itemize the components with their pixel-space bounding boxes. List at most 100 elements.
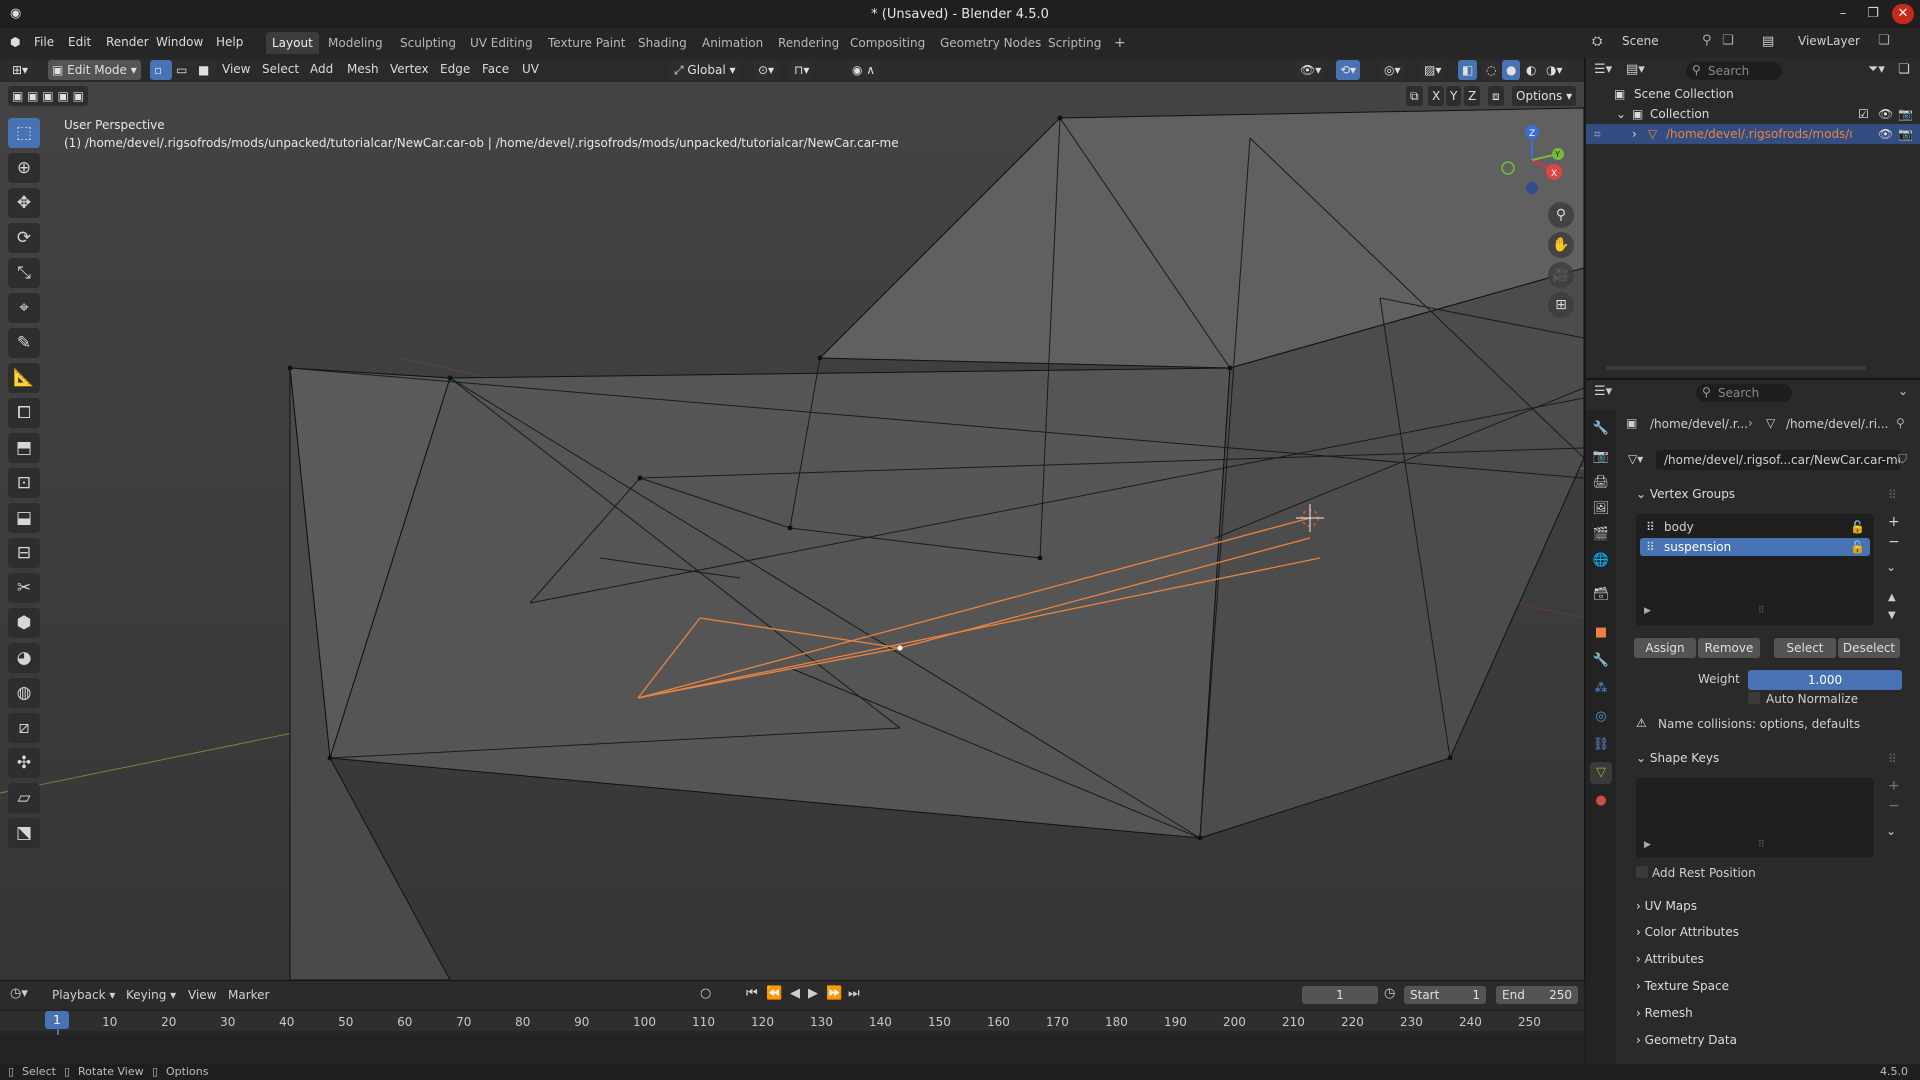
collection-visibility-icon[interactable]: 👁: [1878, 104, 1893, 124]
cursor-tool-icon[interactable]: ⊕: [8, 153, 40, 183]
add-rest-position-checkbox[interactable]: [1636, 866, 1648, 878]
move-down-icon[interactable]: ▼: [1888, 610, 1896, 621]
shading-material-icon[interactable]: ◐: [1522, 60, 1541, 80]
auto-normalize-checkbox[interactable]: [1748, 692, 1760, 704]
scale-tool-icon[interactable]: ⤡: [8, 258, 40, 288]
mesh-datablock-icon[interactable]: ▽▾: [1628, 452, 1643, 466]
mesh-name-field[interactable]: /home/devel/.rigsof...car/NewCar.car-me: [1656, 450, 1900, 470]
measure-tool-icon[interactable]: 📐: [8, 363, 40, 393]
texture-space-panel-header[interactable]: › Texture Space: [1636, 974, 1912, 998]
vertex-groups-drag-handle-icon[interactable]: ⠿: [1888, 488, 1897, 502]
perspective-grid-icon[interactable]: ⊞: [1548, 292, 1574, 318]
shape-keys-header[interactable]: ⌄ Shape Keys: [1636, 746, 1912, 770]
minimize-button[interactable]: –: [1832, 4, 1854, 24]
weight-slider[interactable]: 1.000: [1748, 670, 1902, 690]
start-frame-field[interactable]: Start 1: [1404, 986, 1486, 1004]
smooth-tool-icon[interactable]: ◍: [8, 678, 40, 708]
attributes-panel-header[interactable]: › Attributes: [1636, 947, 1912, 971]
edge-slide-tool-icon[interactable]: ⧄: [8, 713, 40, 743]
close-button[interactable]: ✕: [1892, 4, 1914, 24]
mode-selector[interactable]: ▣ Edit Mode ▾: [48, 60, 141, 80]
mirror-icon[interactable]: ⧉: [1406, 86, 1423, 106]
timeline-menu-view[interactable]: View: [188, 988, 216, 1002]
object-visibility-icon[interactable]: 👁: [1878, 124, 1893, 144]
remove-shape-key-button[interactable]: −: [1888, 798, 1900, 814]
tab-texture-paint[interactable]: Texture Paint: [542, 32, 631, 54]
shrink-fatten-tool-icon[interactable]: ✣: [8, 748, 40, 778]
gizmo-toggle-icon[interactable]: ⟲▾: [1336, 60, 1361, 80]
play-reverse-icon[interactable]: ◀: [790, 986, 800, 1001]
spin-tool-icon[interactable]: ◕: [8, 643, 40, 673]
scene-collection-row[interactable]: ▣ Scene Collection: [1586, 84, 1920, 104]
vertex-group-list[interactable]: ⠿ body 🔓 ⠿ suspension 🔓 ▶ ⠿: [1636, 514, 1874, 626]
remove-button[interactable]: Remove: [1698, 638, 1760, 658]
tab-sculpting[interactable]: Sculpting: [394, 32, 462, 54]
add-shape-key-button[interactable]: +: [1888, 778, 1900, 794]
shape-key-list[interactable]: ▶ ⠿: [1636, 778, 1874, 858]
shape-list-resize-handle-icon[interactable]: ⠿: [1758, 840, 1765, 850]
menu-render[interactable]: Render: [106, 35, 149, 49]
display-mode-icon[interactable]: ▤▾: [1626, 62, 1645, 77]
new-collection-icon[interactable]: ❏: [1898, 62, 1910, 77]
select-box-tool-icon[interactable]: ⬚: [8, 118, 40, 148]
remesh-panel-header[interactable]: › Remesh: [1636, 1001, 1912, 1025]
remove-vertex-group-button[interactable]: −: [1888, 534, 1900, 550]
shading-solid-icon[interactable]: ●: [1502, 60, 1521, 80]
extrude-tool-icon[interactable]: ⬒: [8, 433, 40, 463]
add-cube-tool-icon[interactable]: ⧠: [8, 398, 40, 428]
end-frame-field[interactable]: End 250: [1496, 986, 1578, 1004]
new-viewlayer-icon[interactable]: ❏: [1878, 33, 1890, 48]
editor-type-icon[interactable]: ⊞▾: [8, 60, 33, 80]
shear-tool-icon[interactable]: ▱: [8, 783, 40, 813]
knife-tool-icon[interactable]: ✂: [8, 573, 40, 603]
auto-keying-icon[interactable]: ○: [700, 986, 711, 1001]
menu-help[interactable]: Help: [216, 35, 243, 49]
tab-compositing[interactable]: Compositing: [844, 32, 931, 54]
view-layer-tab-icon[interactable]: 🖼: [1590, 498, 1612, 520]
scene-name[interactable]: Scene: [1622, 34, 1659, 48]
tab-layout[interactable]: Layout: [266, 32, 319, 54]
mirror-y-toggle[interactable]: Y: [1446, 86, 1462, 106]
camera-icon[interactable]: 🎥: [1548, 262, 1574, 288]
shading-rendered-icon[interactable]: ◑▾: [1542, 60, 1567, 80]
options-dropdown[interactable]: Options ▾: [1512, 86, 1577, 106]
tab-rendering[interactable]: Rendering: [772, 32, 845, 54]
timeline-menu-playback[interactable]: Playback ▾: [52, 988, 115, 1002]
output-tab-icon[interactable]: 🖨: [1590, 472, 1612, 494]
outliner-search-input[interactable]: ⚲ Search: [1686, 62, 1782, 80]
mesh-canvas[interactable]: [0, 58, 1584, 980]
current-frame-field[interactable]: 1: [1302, 986, 1378, 1004]
timeline-menu-marker[interactable]: Marker: [228, 988, 269, 1002]
outliner[interactable]: ☰▾ ▤▾ ⚲ Search ⏷▾ ❏ ▣ Scene Collection ⌄…: [1586, 58, 1920, 380]
collection-tab-icon[interactable]: 🗃: [1590, 584, 1612, 606]
toggle-xray-button[interactable]: ◧: [1458, 60, 1478, 80]
jump-keyframe-forward-icon[interactable]: ⏩: [826, 986, 842, 1001]
pin-properties-icon[interactable]: ⚲: [1896, 416, 1905, 430]
tab-shading[interactable]: Shading: [632, 32, 693, 54]
preview-range-icon[interactable]: ◷: [1384, 986, 1395, 1001]
play-icon[interactable]: ▶: [808, 986, 818, 1001]
move-up-icon[interactable]: ▲: [1888, 592, 1896, 603]
breadcrumb-object[interactable]: /home/devel/.r...: [1650, 417, 1748, 431]
proportional-edit-icon[interactable]: ◉ ∧: [848, 60, 880, 80]
inset-tool-icon[interactable]: ⊡: [8, 468, 40, 498]
annotate-tool-icon[interactable]: ✎: [8, 328, 40, 358]
outliner-editor-icon[interactable]: ☰▾: [1594, 62, 1612, 77]
poly-build-tool-icon[interactable]: ⬢: [8, 608, 40, 638]
jump-start-icon[interactable]: ⏮: [746, 986, 758, 1001]
object-row[interactable]: ⌗ › ▽ /home/devel/.rigsofrods/mods/ur 👁 …: [1586, 124, 1920, 144]
tab-animation[interactable]: Animation: [696, 32, 769, 54]
material-tab-icon[interactable]: ●: [1590, 790, 1612, 812]
playhead-frame-badge[interactable]: 1: [45, 1011, 69, 1029]
vp-menu-select[interactable]: Select: [262, 62, 299, 76]
blender-menu-icon[interactable]: ⬢: [10, 35, 20, 49]
list-resize-handle-icon[interactable]: ⠿: [1758, 606, 1765, 616]
object-render-icon[interactable]: 📷: [1898, 124, 1913, 144]
vp-menu-edge[interactable]: Edge: [440, 62, 470, 76]
vp-menu-mesh[interactable]: Mesh: [347, 62, 379, 76]
constraints-tab-icon[interactable]: ⛓: [1590, 734, 1612, 756]
viewlayer-icon[interactable]: ▤: [1762, 34, 1774, 49]
xray-icon[interactable]: ▨▾: [1420, 60, 1446, 80]
properties-options-icon[interactable]: ⌄: [1898, 384, 1908, 398]
timeline-editor-icon[interactable]: ◷▾: [10, 986, 28, 1001]
